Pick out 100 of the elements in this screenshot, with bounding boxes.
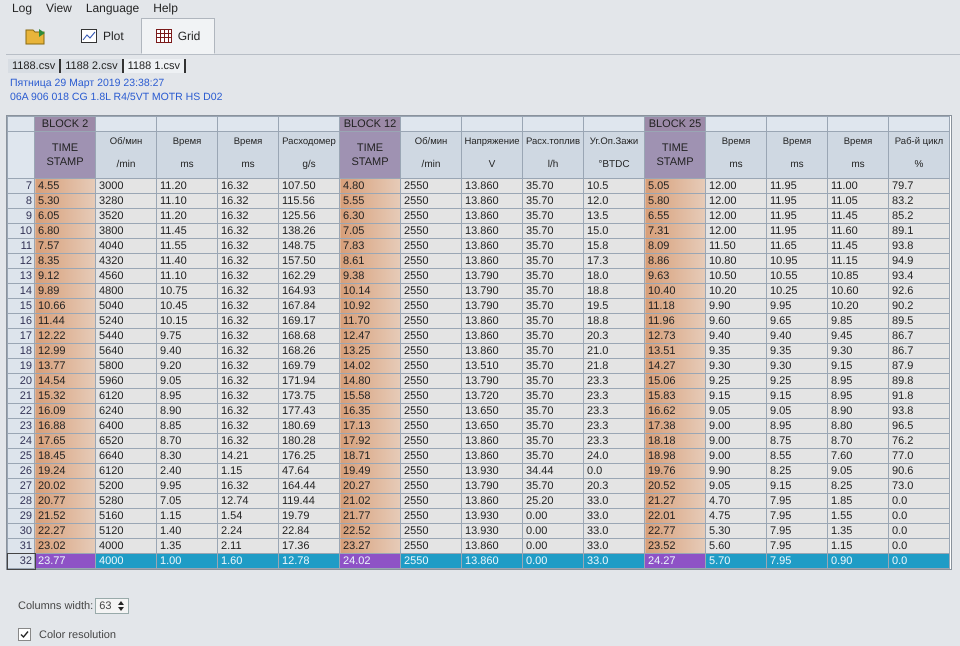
table-row[interactable]: 23 16.88 6400 8.85 16.32 180.69 17.13 2550 13.650 35.70 23.3 17.38 9.00 8.95 8.80 96.5: [8, 418, 950, 434]
table-cell: 12.74: [218, 494, 278, 508]
menu-item[interactable]: Log: [12, 1, 32, 17]
table-cell: 4560: [96, 268, 156, 284]
table-cell: 7.05: [156, 494, 218, 508]
plot-tab[interactable]: Plot: [66, 18, 139, 54]
table-cell: 35.70: [522, 208, 584, 224]
table-row[interactable]: 14 9.89 4800 10.75 16.32 164.93 10.14 2550 13.790 35.70 18.8 10.40 10.20 10.25 10.60 92.6: [8, 284, 950, 298]
table-cell: 5.60: [706, 538, 766, 554]
table-cell: 13.860: [462, 208, 522, 224]
table-cell: 0.0: [888, 508, 950, 524]
table-cell: 35.70: [522, 404, 584, 418]
menu-item[interactable]: View: [46, 1, 72, 17]
table-cell: 35.70: [522, 448, 584, 464]
table-cell: 35.70: [522, 434, 584, 448]
table-cell: 83.2: [888, 194, 950, 208]
table-cell: 162.29: [278, 268, 340, 284]
file-tab[interactable]: 1188 1.csv: [124, 59, 186, 73]
table-cell: 89.1: [888, 224, 950, 238]
table-row[interactable]: 30 22.27 5120 1.40 2.24 22.84 22.52 2550 13.930 0.00 33.0 22.77 5.30 7.95 1.35 0.0: [8, 524, 950, 538]
table-cell: 12.73: [644, 328, 706, 344]
column-header: Время ms: [766, 132, 828, 178]
columns-width-label: Columns width:: [18, 600, 94, 612]
table-cell: 21.0: [584, 344, 644, 358]
table-cell: 23.02: [34, 538, 96, 554]
table-cell: 18.0: [584, 268, 644, 284]
table-cell: 9.05: [828, 464, 888, 478]
table-cell: 3280: [96, 194, 156, 208]
table-cell: 93.8: [888, 404, 950, 418]
table-cell: 16.32: [218, 434, 278, 448]
table-cell: 7.60: [828, 448, 888, 464]
table-row[interactable]: 7 4.55 3000 11.20 16.32 107.50 4.80 2550 13.860 35.70 10.5 5.05 12.00 11.95 11.00 79.7: [8, 178, 950, 194]
table-cell: 2550: [400, 224, 462, 238]
table-cell: 15.8: [584, 238, 644, 254]
table-row[interactable]: 25 18.45 6640 8.30 14.21 176.25 18.71 2550 13.860 35.70 24.0 18.98 9.00 8.55 7.60 77.0: [8, 448, 950, 464]
table-row[interactable]: 24 17.65 6520 8.70 16.32 180.28 17.92 2550 13.860 35.70 23.3 18.18 9.00 8.75 8.70 76.2: [8, 434, 950, 448]
table-cell: 7.95: [766, 494, 828, 508]
table-row[interactable]: 28 20.77 5280 7.05 12.74 119.44 21.02 2550 13.860 25.20 33.0 21.27 4.70 7.95 1.85 0.0: [8, 494, 950, 508]
table-row[interactable]: 32 23.77 4000 1.00 1.60 12.78 24.02 2550 13.860 0.00 33.0 24.27 5.70 7.95 0.90 0.0: [8, 554, 950, 568]
table-cell: 13.790: [462, 374, 522, 388]
table-row[interactable]: 18 12.99 5640 9.40 16.32 168.26 13.25 2550 13.860 35.70 21.0 13.51 9.35 9.35 9.30 86.7: [8, 344, 950, 358]
table-row[interactable]: 21 15.32 6120 8.95 16.32 173.75 15.58 2550 13.720 35.70 23.3 15.83 9.15 9.15 8.95 91.8: [8, 388, 950, 404]
table-cell: 2550: [400, 344, 462, 358]
table-cell: 4.80: [340, 178, 400, 194]
table-row[interactable]: 22 16.09 6240 8.90 16.32 177.43 16.35 2550 13.650 35.70 23.3 16.62 9.05 9.05 8.90 93.8: [8, 404, 950, 418]
row-number: 13: [8, 268, 34, 284]
table-cell: 8.75: [766, 434, 828, 448]
table-row[interactable]: 19 13.77 5800 9.20 16.32 169.79 14.02 2550 13.510 35.70 21.8 14.27 9.30 9.30 9.15 87.9: [8, 358, 950, 374]
menu-item[interactable]: Language: [86, 1, 140, 17]
table-cell: 2550: [400, 448, 462, 464]
table-cell: 9.12: [34, 268, 96, 284]
table-cell: 16.32: [218, 238, 278, 254]
table-cell: 35.70: [522, 254, 584, 268]
table-cell: 23.3: [584, 388, 644, 404]
table-row[interactable]: 16 11.44 5240 10.15 16.32 169.17 11.70 2550 13.860 35.70 18.8 11.96 9.60 9.65 9.85 89.5: [8, 314, 950, 328]
table-row[interactable]: 27 20.02 5200 9.95 16.32 164.44 20.27 2550 13.790 35.70 20.3 20.52 9.05 9.15 8.25 73.0: [8, 478, 950, 494]
table-cell: 19.49: [340, 464, 400, 478]
table-cell: 5120: [96, 524, 156, 538]
table-cell: 9.15: [706, 388, 766, 404]
table-row[interactable]: 9 6.05 3520 11.20 16.32 125.56 6.30 2550 13.860 35.70 13.5 6.55 12.00 11.95 11.45 85.2: [8, 208, 950, 224]
menu-item[interactable]: Help: [153, 1, 178, 17]
column-header: Время ms: [828, 132, 888, 178]
file-tab[interactable]: 1188.csv: [8, 59, 62, 73]
table-cell: 10.55: [766, 268, 828, 284]
table-cell: 19.76: [644, 464, 706, 478]
table-cell: 8.25: [766, 464, 828, 478]
columns-width-spinner[interactable]: 63: [95, 598, 130, 614]
table-row[interactable]: 10 6.80 3800 11.45 16.32 138.26 7.05 2550 13.860 35.70 15.0 7.31 12.00 11.95 11.60 89.1: [8, 224, 950, 238]
table-cell: 19.79: [278, 508, 340, 524]
table-row[interactable]: 11 7.57 4040 11.55 16.32 148.75 7.83 2550 13.860 35.70 15.8 8.09 11.50 11.65 11.45 93.8: [8, 238, 950, 254]
table-cell: 2550: [400, 374, 462, 388]
row-number: 7: [8, 178, 34, 194]
table-cell: 1.15: [218, 464, 278, 478]
table-cell: 13.860: [462, 178, 522, 194]
table-row[interactable]: 29 21.52 5160 1.15 1.54 19.79 21.77 2550 13.930 0.00 33.0 22.01 4.75 7.95 1.55 0.0: [8, 508, 950, 524]
file-tab[interactable]: 1188 2.csv: [61, 59, 124, 73]
checkbox[interactable]: [18, 628, 31, 641]
table-row[interactable]: 20 14.54 5960 9.05 16.32 171.94 14.80 2550 13.790 35.70 23.3 15.06 9.25 9.25 8.95 89.8: [8, 374, 950, 388]
table-cell: 9.40: [766, 328, 828, 344]
table-row[interactable]: 15 10.66 5040 10.45 16.32 167.84 10.92 2550 13.790 35.70 19.5 11.18 9.90 9.95 10.20 90.2: [8, 298, 950, 314]
table-cell: 2.24: [218, 524, 278, 538]
checkbox-label: Color resolution: [39, 628, 116, 640]
table-cell: 1.40: [156, 524, 218, 538]
table-cell: 20.52: [644, 478, 706, 494]
table-row[interactable]: 26 19.24 6120 2.40 1.15 47.64 19.49 2550 13.930 34.44 0.0 19.76 9.90 8.25 9.05 90.6: [8, 464, 950, 478]
table-row[interactable]: 8 5.30 3280 11.10 16.32 115.56 5.55 2550 13.860 35.70 12.0 5.80 12.00 11.95 11.05 83.2: [8, 194, 950, 208]
table-row[interactable]: 31 23.02 4000 1.35 2.11 17.36 23.27 2550 13.860 0.00 33.0 23.52 5.60 7.95 1.15 0.0: [8, 538, 950, 554]
grid-tab[interactable]: Grid: [140, 18, 216, 54]
table-row[interactable]: 13 9.12 4560 11.10 16.32 162.29 9.38 2550 13.790 35.70 18.0 9.63 10.50 10.55 10.85 93.4: [8, 268, 950, 284]
table-cell: 73.0: [888, 478, 950, 494]
table-cell: 13.650: [462, 418, 522, 434]
table-cell: 20.02: [34, 478, 96, 494]
table-cell: 6.30: [340, 208, 400, 224]
row-number: 23: [8, 418, 34, 434]
table-cell: 18.8: [584, 314, 644, 328]
table-row[interactable]: 17 12.22 5440 9.75 16.32 168.68 12.47 2550 13.860 35.70 20.3 12.73 9.40 9.40 9.45 86.7: [8, 328, 950, 344]
table-cell: 5.70: [706, 554, 766, 568]
table-cell: 2550: [400, 358, 462, 374]
table-row[interactable]: 12 8.35 4320 11.40 16.32 157.50 8.61 2550 13.860 35.70 17.3 8.86 10.80 10.95 11.15 94.9: [8, 254, 950, 268]
table-cell: 148.75: [278, 238, 340, 254]
